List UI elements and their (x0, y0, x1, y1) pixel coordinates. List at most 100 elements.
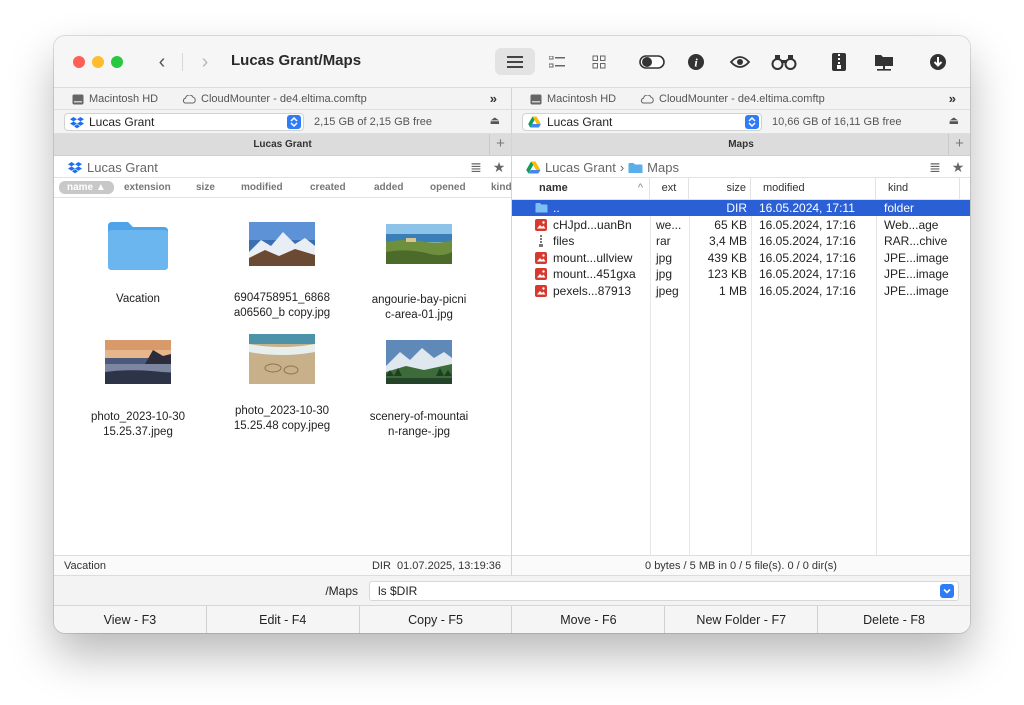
cell-modified: 16.05.2024, 17:16 (759, 234, 856, 248)
add-tab-button[interactable]: + (489, 134, 511, 155)
file-tile[interactable]: 6904758951_6868 a06560_b copy.jpg (217, 222, 347, 321)
add-tab-button[interactable]: + (948, 134, 970, 155)
column-size[interactable]: size (196, 182, 215, 193)
google-drive-icon (528, 116, 541, 128)
cell-size: 1 MB (718, 283, 747, 298)
folder-icon (535, 202, 548, 214)
table-row[interactable]: .. DIR 16.05.2024, 17:11 folder (512, 200, 970, 216)
eye-icon (730, 55, 750, 68)
edit-button[interactable]: Edit - F4 (207, 606, 360, 633)
location-select[interactable]: Lucas Grant (522, 113, 762, 131)
column-name[interactable]: name ▲ (59, 181, 114, 194)
hidden-files-toggle[interactable] (632, 48, 672, 75)
view-options-icon[interactable]: ≣ (926, 159, 944, 175)
cell-name: pexels...87913 (553, 283, 632, 298)
column-ext[interactable]: ext (650, 178, 689, 199)
download-icon (930, 53, 946, 70)
cell-ext: we... (656, 217, 682, 232)
table-row[interactable]: mount...451gxa jpg 123 KB 16.05.2024, 17:16… (512, 266, 970, 282)
zip-icon (832, 52, 846, 71)
eject-icon[interactable]: ⏏ (949, 114, 959, 127)
file-tile[interactable]: photo_2023-10-30 15.25.48 copy.jpeg (217, 334, 347, 434)
network-button[interactable] (864, 48, 904, 75)
command-input[interactable]: ls $DIR (369, 581, 959, 601)
cell-name: cHJpd...uanBn (553, 217, 632, 232)
table-row[interactable]: mount...ullview jpg 439 KB 16.05.2024, 17:1… (512, 250, 970, 266)
list-view-icon (507, 55, 523, 68)
search-button[interactable] (764, 48, 804, 75)
column-added[interactable]: added (374, 182, 403, 193)
drive-cloudmounter[interactable]: CloudMounter - de4.eltima.comftp (182, 93, 367, 105)
new-folder-button[interactable]: New Folder - F7 (665, 606, 819, 633)
more-drives-button[interactable]: » (949, 91, 956, 106)
view-button[interactable]: View - F3 (54, 606, 207, 633)
drive-macintosh-hd[interactable]: Macintosh HD (72, 93, 158, 105)
column-created[interactable]: created (310, 182, 346, 193)
column-name[interactable]: name ^ (512, 178, 650, 199)
chevron-down-icon[interactable] (940, 584, 954, 598)
column-kind[interactable]: kind (491, 182, 512, 193)
copy-button[interactable]: Copy - F5 (360, 606, 513, 633)
column-kind[interactable]: kind (876, 178, 960, 199)
drive-bar: Macintosh HD CloudMounter - de4.eltima.c… (512, 88, 970, 110)
panel-tab-title: Maps (728, 139, 754, 150)
commander-window: ‹ › Lucas Grant/Maps i Macintosh HD Clou… (54, 36, 970, 633)
favorites-star-icon[interactable]: ★ (490, 159, 508, 175)
nav-divider (182, 53, 183, 71)
table-row[interactable]: pexels...87913 jpeg 1 MB 16.05.2024, 17:16 J… (512, 283, 970, 299)
minimize-button[interactable] (92, 56, 104, 68)
path-segment[interactable]: Lucas Grant (545, 160, 616, 175)
zoom-button[interactable] (111, 56, 123, 68)
function-key-bar: View - F3 Edit - F4 Copy - F5 Move - F6 … (54, 605, 970, 633)
eject-icon[interactable]: ⏏ (490, 114, 500, 127)
favorites-star-icon[interactable]: ★ (949, 159, 967, 175)
more-drives-button[interactable]: » (490, 91, 497, 106)
file-tile[interactable]: photo_2023-10-30 15.25.37.jpeg (73, 340, 203, 440)
folder-icon (108, 222, 168, 270)
archive-button[interactable] (819, 48, 859, 75)
file-tile[interactable]: scenery-of-mountai n-range-.jpg (354, 340, 484, 440)
quick-look-button[interactable] (720, 48, 760, 75)
close-button[interactable] (73, 56, 85, 68)
view-options-icon[interactable]: ≣ (467, 159, 485, 175)
cloud-icon (640, 94, 654, 103)
move-button[interactable]: Move - F6 (512, 606, 666, 633)
column-modified[interactable]: modified (241, 182, 283, 193)
cell-modified: 16.05.2024, 17:16 (759, 250, 856, 265)
delete-button[interactable]: Delete - F8 (818, 606, 970, 633)
detail-view-button[interactable] (537, 48, 577, 75)
free-space: 10,66 GB of 16,11 GB free (772, 116, 902, 128)
file-name: angourie-bay-picni c-area-01.jpg (371, 294, 467, 321)
cell-modified: 16.05.2024, 17:16 (759, 267, 856, 281)
column-size[interactable]: size (689, 178, 751, 199)
path-bar: Lucas Grant › Maps ≣ ★ (512, 156, 970, 178)
path-segment[interactable]: Lucas Grant (87, 160, 158, 175)
column-headers: name ^ ext size modified kind (512, 178, 970, 200)
column-extension[interactable]: extension (124, 182, 171, 193)
path-segment[interactable]: Maps (647, 160, 679, 175)
column-opened[interactable]: opened (430, 182, 466, 193)
window-title: Lucas Grant/Maps (231, 52, 362, 69)
cell-ext (650, 200, 689, 216)
drive-cloudmounter[interactable]: CloudMounter - de4.eltima.comftp (640, 93, 825, 105)
column-modified[interactable]: modified (751, 178, 876, 199)
location-value: Lucas Grant (547, 115, 613, 129)
command-value: ls $DIR (378, 584, 418, 598)
table-row[interactable]: files rar 3,4 MB 16.05.2024, 17:16 RAR...chi… (512, 233, 970, 249)
file-name: photo_2023-10-30 15.25.48 copy.jpeg (233, 405, 331, 432)
file-tile[interactable]: angourie-bay-picni c-area-01.jpg (354, 224, 484, 323)
forward-icon[interactable]: › (194, 50, 216, 74)
list-view-button[interactable] (495, 48, 535, 75)
command-bar: /Maps ls $DIR (54, 575, 970, 605)
panel-tab[interactable]: Lucas Grant + (54, 134, 511, 156)
location-select[interactable]: Lucas Grant (64, 113, 304, 131)
icon-view-button[interactable] (579, 48, 619, 75)
image-icon (535, 218, 548, 231)
file-tile[interactable]: Vacation (73, 216, 203, 307)
table-row[interactable]: cHJpd...uanBn we... 65 KB 16.05.2024, 17:16… (512, 217, 970, 233)
info-button[interactable]: i (676, 48, 716, 75)
back-icon[interactable]: ‹ (151, 50, 173, 74)
download-button[interactable] (918, 48, 958, 75)
drive-macintosh-hd[interactable]: Macintosh HD (530, 93, 616, 105)
panel-tab[interactable]: Maps + (512, 134, 970, 156)
